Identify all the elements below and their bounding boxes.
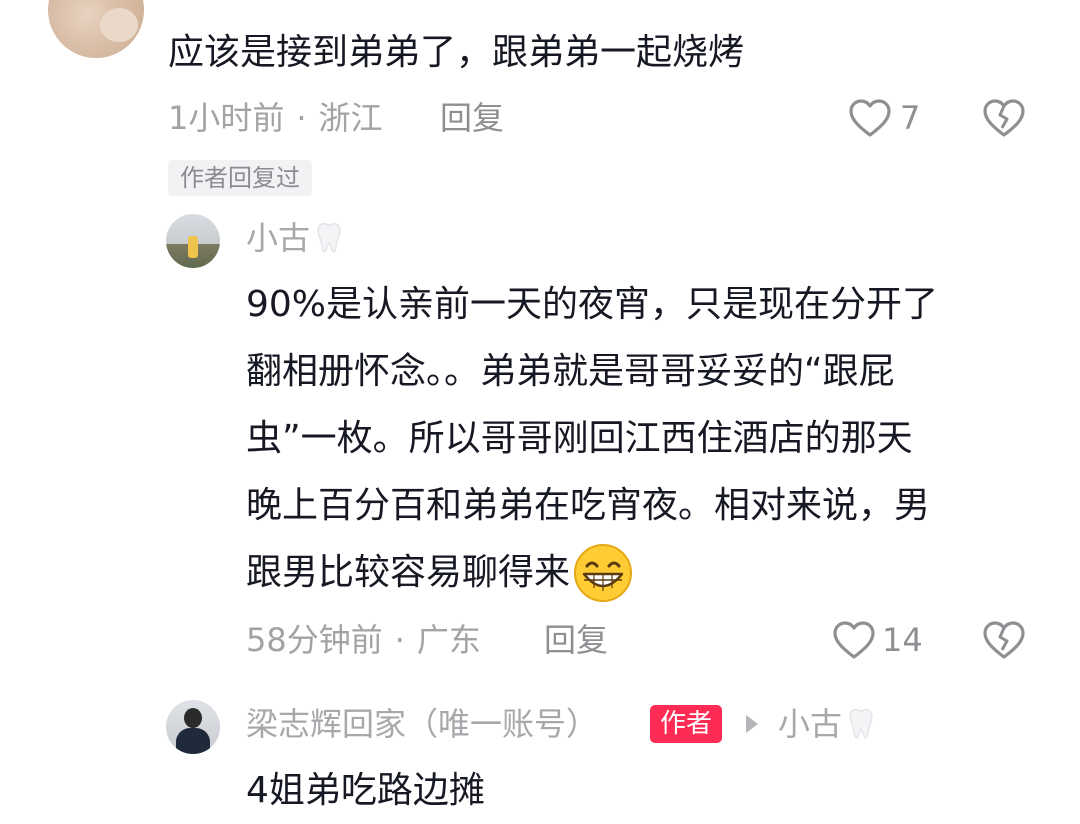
reply-time: 58分钟前 (246, 621, 383, 659)
heart-outline-icon (849, 99, 891, 137)
reply-username[interactable]: 小古 (246, 218, 310, 258)
reply-username-row: 小古 (246, 218, 342, 258)
broken-heart-icon (983, 621, 1025, 659)
reply-text-line: 虫”一枚。所以哥哥刚回江西住酒店的那天 (246, 418, 913, 459)
reply-text-line: 90%是认亲前一天的夜宵，只是现在分开了 (246, 284, 939, 325)
reply-meta: 58分钟前 · 广东 (246, 620, 481, 660)
broken-heart-icon (983, 99, 1025, 137)
like-count: 14 (882, 621, 923, 659)
reply-text-line: 翻相册怀念。。弟弟就是哥哥妥妥的“跟屁 (246, 351, 895, 392)
tooth-icon (849, 708, 873, 739)
comment-location: 浙江 (318, 99, 383, 137)
reply-to-username[interactable]: 小古 (778, 704, 842, 744)
reply-avatar[interactable] (166, 214, 220, 268)
comment-time: 1小时前 (168, 99, 285, 137)
author-tag: 作者 (650, 705, 723, 743)
reply-username[interactable]: 梁志辉回家（唯一账号） (246, 704, 598, 744)
comment-meta: 1小时前 · 浙江 (168, 98, 383, 138)
like-button[interactable] (830, 618, 878, 662)
reply-text-line: 晚上百分百和弟弟在吃宵夜。相对来说，男 (246, 485, 931, 526)
reply-button[interactable]: 回复 (544, 620, 608, 660)
reply-text-line: 跟男比较容易聊得来 (246, 552, 571, 593)
author-replied-badge: 作者回复过 (168, 160, 312, 196)
reply-to-row: 小古 (778, 704, 874, 744)
meta-separator: · (394, 621, 405, 659)
reply-text-line: 4姐弟吃路边摊 (246, 770, 485, 811)
reply-button[interactable]: 回复 (440, 98, 504, 138)
dislike-button[interactable] (980, 618, 1028, 662)
heart-outline-icon (833, 621, 875, 659)
reply-location: 广东 (416, 621, 481, 659)
like-button[interactable] (846, 96, 894, 140)
like-count: 7 (900, 99, 921, 137)
tooth-icon (317, 222, 341, 253)
comment-text: 应该是接到弟弟了，跟弟弟一起烧烤 (168, 32, 745, 73)
grinning-face-icon (574, 544, 633, 602)
reply-avatar[interactable] (166, 700, 220, 754)
dislike-button[interactable] (980, 96, 1028, 140)
reply-text-last-line: 跟男比较容易聊得来 (246, 540, 634, 606)
triangle-right-icon (746, 715, 758, 733)
commenter-avatar[interactable] (48, 0, 144, 58)
meta-separator: · (296, 99, 307, 137)
